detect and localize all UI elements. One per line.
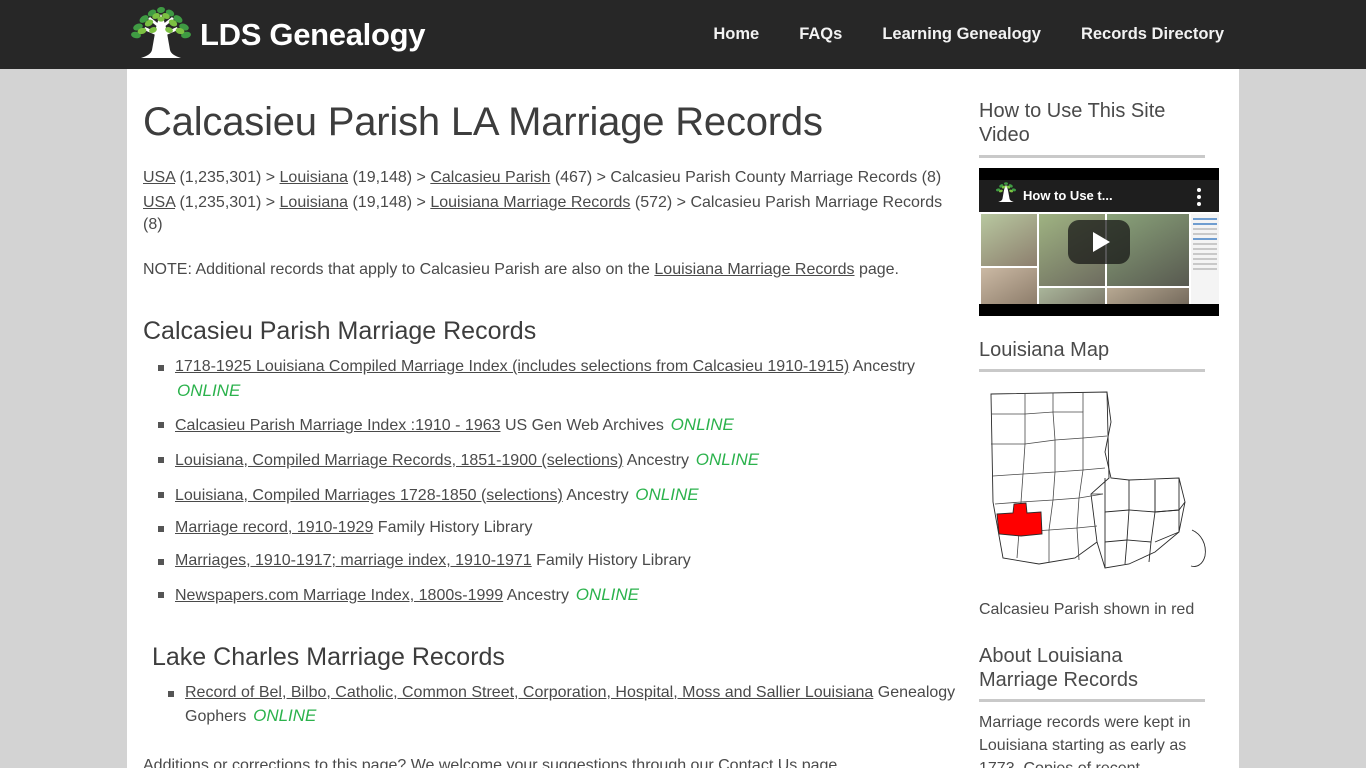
widget-video: How to Use This Site Video How to Use t.… [979,99,1219,316]
widget-divider-about [979,699,1205,703]
record-link[interactable]: Newspapers.com Marriage Index, 1800s-199… [175,587,503,604]
breadcrumb-secondary: USA (1,235,301) > Louisiana (19,148) > L… [143,192,943,237]
record-list-item: Newspapers.com Marriage Index, 1800s-199… [158,583,957,608]
section-title-lake-charles: Lake Charles Marriage Records [152,642,505,671]
widget-title-video: How to Use This Site Video [979,100,1166,147]
nav-item-records-directory[interactable]: Records Directory [1081,25,1224,44]
record-link[interactable]: Calcasieu Parish Marriage Index :1910 - … [175,417,501,434]
record-list-item: Marriage record, 1910-1929 Family Histor… [158,517,957,540]
page-title: Calcasieu Parish LA Marriage Records [143,100,823,144]
site-logo-text: LDS Genealogy [200,17,426,52]
note-text-after: page. [854,261,899,279]
record-link[interactable]: Louisiana, Compiled Marriages 1728-1850 … [175,487,563,504]
map-caption: Calcasieu Parish shown in red [979,601,1195,619]
main-content: Calcasieu Parish LA Marriage Records USA… [127,69,957,768]
record-provider: Ancestry [562,486,629,504]
widget-about: About Louisiana Marriage Records Marriag… [979,644,1205,768]
breadcrumb-link-louisiana[interactable]: Louisiana [280,169,349,186]
video-thumbnail-title: How to Use t... [1023,188,1113,204]
record-link[interactable]: Louisiana, Compiled Marriage Records, 18… [175,452,623,469]
online-badge: ONLINE [248,706,317,726]
record-provider: Ancestry [623,452,690,470]
record-provider: Family History Library [373,519,533,537]
corrections-note: Additions or corrections to this page? W… [143,755,943,768]
more-options-icon[interactable] [1197,187,1201,209]
nav-item-faqs[interactable]: FAQs [799,25,842,44]
about-text: Marriage records were kept in Louisiana … [979,714,1191,768]
record-provider: US Gen Web Archives [500,417,664,435]
record-provider: Family History Library [531,552,691,570]
widget-map: Louisiana Map Calcasieu Parish shown in … [979,338,1219,622]
note-text: NOTE: Additional records that apply to C… [143,259,933,282]
video-player[interactable]: How to Use t... [979,167,1219,316]
page-container: Calcasieu Parish LA Marriage Records USA… [127,69,1239,768]
video-thumbnail-tree-icon [979,180,1019,211]
record-list-item: Louisiana, Compiled Marriages 1728-1850 … [158,483,957,508]
note-link-louisiana-marriage-records[interactable]: Louisiana Marriage Records [654,261,854,278]
breadcrumb-link-usa[interactable]: USA [143,169,175,186]
site-logo[interactable]: LDS Genealogy [128,6,426,64]
louisiana-parish-map [979,382,1219,588]
record-list-item: Record of Bel, Bilbo, Catholic, Common S… [168,682,957,729]
breadcrumb-count-usa: (1,235,301) > [175,169,280,186]
online-badge: ONLINE [177,380,241,400]
record-list-calcasieu: 1718-1925 Louisiana Compiled Marriage In… [143,356,957,608]
online-badge: ONLINE [691,450,760,470]
record-link[interactable]: Marriages, 1910-1917; marriage index, 19… [175,552,532,569]
breadcrumb2-link-louisiana-marriage-records[interactable]: Louisiana Marriage Records [430,194,630,211]
record-list-item: 1718-1925 Louisiana Compiled Marriage In… [158,356,957,403]
record-provider: Ancestry [849,357,915,375]
breadcrumb-primary: USA (1,235,301) > Louisiana (19,148) > C… [143,167,943,190]
breadcrumb2-count-louisiana: (19,148) > [348,193,431,211]
record-provider: Ancestry [503,586,569,604]
note-text-before: NOTE: Additional records that apply to C… [143,261,655,279]
video-thumbnail-header: How to Use t... [979,179,1219,212]
breadcrumb2-link-louisiana[interactable]: Louisiana [280,194,349,211]
record-list-item: Louisiana, Compiled Marriage Records, 18… [158,448,957,473]
play-icon[interactable] [1068,219,1130,264]
breadcrumb-count-calcasieu: (467) > [550,169,611,186]
breadcrumb2-count-marriage: (572) > [630,193,691,211]
record-list-item: Calcasieu Parish Marriage Index :1910 - … [158,413,957,438]
sidebar: How to Use This Site Video How to Use t.… [957,69,1239,768]
online-badge: ONLINE [630,484,699,504]
breadcrumb-count-louisiana: (19,148) > [348,169,431,186]
family-tree-icon [128,6,194,64]
record-link[interactable]: Record of Bel, Bilbo, Catholic, Common S… [185,684,873,701]
widget-divider-video [979,154,1205,158]
breadcrumb-current: Calcasieu Parish County Marriage Records… [610,169,942,186]
main-navigation: Home FAQs Learning Genealogy Records Dir… [713,25,1224,44]
corrections-note-before: Additions or corrections to this page? W… [143,757,719,768]
record-list-item: Marriages, 1910-1917; marriage index, 19… [158,550,957,573]
record-link[interactable]: Marriage record, 1910-1929 [175,519,373,536]
widget-title-about: About Louisiana Marriage Records [979,644,1138,691]
widget-title-map: Louisiana Map [979,338,1110,361]
online-badge: ONLINE [570,584,640,604]
record-list-lake-charles: Record of Bel, Bilbo, Catholic, Common S… [143,682,957,729]
breadcrumb-link-calcasieu-parish[interactable]: Calcasieu Parish [430,169,550,186]
record-link[interactable]: 1718-1925 Louisiana Compiled Marriage In… [175,358,849,375]
corrections-note-after: page [797,757,838,768]
breadcrumb2-link-usa[interactable]: USA [143,194,175,211]
widget-divider-map [979,369,1205,373]
breadcrumb2-count-usa: (1,235,301) > [175,193,280,211]
contact-us-link[interactable]: Contact Us [718,757,797,768]
nav-item-learning-genealogy[interactable]: Learning Genealogy [882,25,1041,44]
online-badge: ONLINE [665,415,734,435]
nav-item-home[interactable]: Home [713,25,759,44]
site-header: LDS Genealogy Home FAQs Learning Genealo… [0,0,1366,69]
section-title-calcasieu: Calcasieu Parish Marriage Records [143,316,537,345]
